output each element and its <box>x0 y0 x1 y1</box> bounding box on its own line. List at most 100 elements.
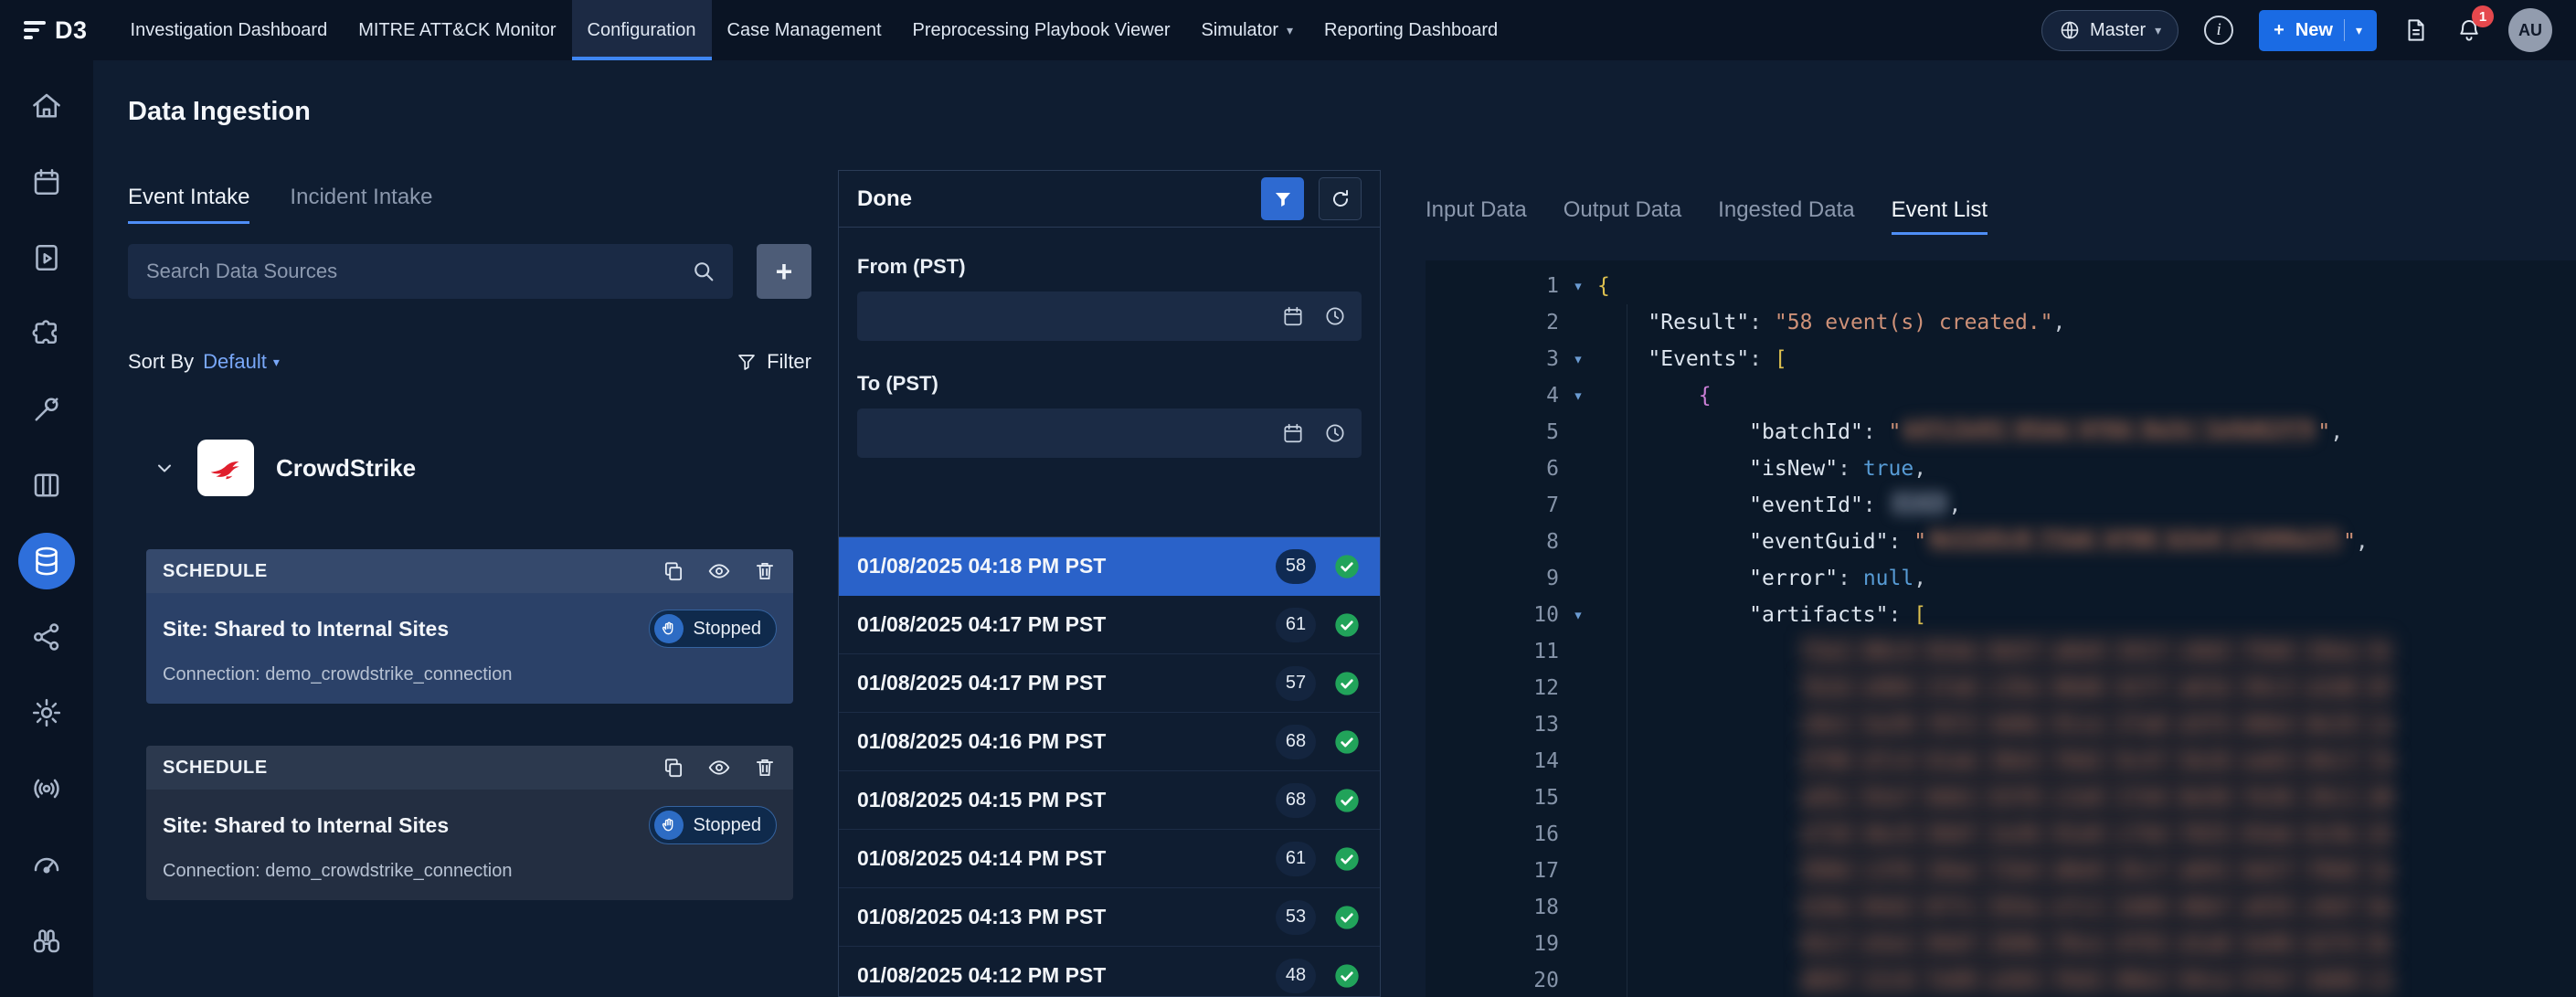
new-button[interactable]: + New ▾ <box>2259 10 2377 51</box>
run-row[interactable]: 01/08/2025 04:17 PM PST 57 <box>839 654 1380 713</box>
sidebar-item-playbooks[interactable] <box>0 219 93 295</box>
code-line: 9 "error": null, <box>1426 560 2576 597</box>
nav-item[interactable]: MITRE ATT&CK Monitor ▾ <box>343 0 571 60</box>
detail-tab[interactable]: Ingested Data <box>1718 197 1854 235</box>
master-branch-dropdown[interactable]: Master ▾ <box>2041 10 2178 51</box>
sidebar-item-calendar[interactable] <box>0 143 93 219</box>
run-row[interactable]: 01/08/2025 04:17 PM PST 61 <box>839 596 1380 654</box>
redacted-blur: b16e 84d2 07fc 593a e7c1 2d60 48bf a935 … <box>1800 889 2394 926</box>
runs-filter-button[interactable] <box>1261 177 1304 220</box>
trash-icon[interactable] <box>753 756 777 780</box>
sidebar-item-home[interactable] <box>0 68 93 143</box>
filter-button[interactable]: Filter <box>736 350 811 374</box>
calendar-icon[interactable] <box>1281 304 1305 328</box>
eye-icon[interactable] <box>707 559 731 583</box>
notifications-button[interactable]: 1 <box>2455 16 2483 44</box>
sidebar-item-live-feeds[interactable] <box>0 750 93 826</box>
nav-item[interactable]: Configuration ▾ <box>572 0 712 60</box>
line-number: 2 <box>1426 304 1559 341</box>
code-token <box>1597 311 1648 334</box>
line-number: 16 <box>1426 816 1559 853</box>
sort-dropdown[interactable]: Default ▾ <box>203 350 280 374</box>
fold-chevron-icon[interactable]: ▾ <box>1559 597 1597 633</box>
search-box[interactable] <box>128 244 733 299</box>
run-row[interactable]: 01/08/2025 04:12 PM PST 48 <box>839 947 1380 996</box>
fold-chevron-icon[interactable]: ▾ <box>1559 268 1597 304</box>
chevron-down-icon[interactable] <box>154 457 175 479</box>
intake-tab[interactable]: Event Intake <box>128 185 249 224</box>
crowdstrike-logo <box>197 440 254 496</box>
clock-icon[interactable] <box>1323 304 1347 328</box>
chevron-down-icon: ▾ <box>2356 23 2362 38</box>
clock-icon[interactable] <box>1323 421 1347 445</box>
code-token: : <box>1749 347 1775 371</box>
code-line: 7 "eventId": 31428, <box>1426 487 2576 524</box>
to-date-input[interactable] <box>857 408 1362 458</box>
d3-logo[interactable]: D3 <box>24 16 88 45</box>
nav-item[interactable]: Preprocessing Playbook Viewer ▾ <box>897 0 1186 60</box>
refresh-button[interactable] <box>1319 177 1362 220</box>
run-list: 01/08/2025 04:18 PM PST 58 01/08/2025 04… <box>839 537 1380 996</box>
sidebar-item-explore[interactable] <box>0 902 93 978</box>
run-row[interactable]: 01/08/2025 04:18 PM PST 58 <box>839 537 1380 596</box>
code-text: "artifacts": [ <box>1597 597 1926 633</box>
sidebar-item-boards[interactable] <box>0 447 93 523</box>
detail-tab[interactable]: Input Data <box>1426 197 1527 235</box>
avatar[interactable]: AU <box>2508 8 2552 52</box>
schedule-card-header: SCHEDULE <box>146 549 793 593</box>
add-data-source-button[interactable]: + <box>757 244 811 299</box>
run-row[interactable]: 01/08/2025 04:16 PM PST 68 <box>839 713 1380 771</box>
from-label: From (PST) <box>857 255 1362 279</box>
code-token: true <box>1863 457 1913 481</box>
detail-tab[interactable]: Output Data <box>1564 197 1681 235</box>
eye-icon[interactable] <box>707 756 731 780</box>
nav-item[interactable]: Reporting Dashboard ▾ <box>1309 0 1513 60</box>
sidebar-item-integrations[interactable] <box>0 295 93 371</box>
schedule-card[interactable]: SCHEDULE Site: Shared to Internal Sites … <box>146 746 793 900</box>
redacted-blur: 7b2d e904 1fa6 c35e 88d0 42f7 a61b 59c3 … <box>1800 670 2394 706</box>
code-line: 14 2f90 d7c4 61ab 38e5 f0d2 9c47 5b18 ea… <box>1426 743 2576 780</box>
calendar-icon <box>30 165 63 198</box>
tools-icon <box>30 393 63 426</box>
info-button[interactable]: i <box>2204 16 2233 45</box>
schedule-card[interactable]: SCHEDULE Site: Shared to Internal Sites … <box>146 549 793 704</box>
redacted-blur: e710 4bc9 58df 2a36 91e0 c74d f825 03ab … <box>1800 816 2394 853</box>
sort-by-label: Sort By <box>128 350 194 374</box>
redacted-blur: 9e12d5c8 73ab 4f06 b2e4 c7d98a1f3065 41b… <box>1928 526 2341 554</box>
sidebar-item-connections[interactable] <box>0 599 93 674</box>
copy-icon[interactable] <box>662 756 685 780</box>
data-source-header[interactable]: CrowdStrike <box>128 440 811 496</box>
nav-item[interactable]: Case Management ▾ <box>712 0 897 60</box>
search-input[interactable] <box>144 259 691 284</box>
sidebar-item-monitoring[interactable] <box>0 826 93 902</box>
sidebar-item-settings[interactable] <box>0 674 93 750</box>
document-icon[interactable] <box>2402 16 2430 44</box>
sidebar-item-utilities[interactable] <box>0 371 93 447</box>
run-row[interactable]: 01/08/2025 04:13 PM PST 53 <box>839 888 1380 947</box>
detail-tab[interactable]: Event List <box>1892 197 1988 235</box>
funnel-icon <box>736 351 758 373</box>
from-date-input[interactable] <box>857 292 1362 341</box>
fold-chevron-icon <box>1559 304 1597 341</box>
fold-chevron-icon <box>1559 962 1597 997</box>
nav-item[interactable]: Investigation Dashboard ▾ <box>115 0 344 60</box>
fold-chevron-icon[interactable]: ▾ <box>1559 341 1597 377</box>
fold-chevron-icon[interactable]: ▾ <box>1559 377 1597 414</box>
status-text: Stopped <box>693 619 761 640</box>
run-row[interactable]: 01/08/2025 04:14 PM PST 61 <box>839 830 1380 888</box>
redacted-blur: f3a1 08c4 92de 6b57 a0e9 341f c8d2 75b6 … <box>1800 633 2394 670</box>
intake-tab[interactable]: Incident Intake <box>290 185 432 224</box>
sidebar-item-data-ingestion[interactable] <box>0 523 93 599</box>
fold-chevron-icon <box>1559 889 1597 926</box>
code-line: 8 "eventGuid": "9e12d5c8 73ab 4f06 b2e4 … <box>1426 524 2576 560</box>
code-line: 6 "isNew": true, <box>1426 451 2576 487</box>
run-timestamp: 01/08/2025 04:13 PM PST <box>857 905 1259 929</box>
nav-item[interactable]: Simulator ▾ <box>1186 0 1309 60</box>
run-row[interactable]: 01/08/2025 04:15 PM PST 68 <box>839 771 1380 830</box>
new-button-label: New <box>2295 20 2333 41</box>
calendar-icon[interactable] <box>1281 421 1305 445</box>
code-text: "batchId": "b47c2e91 05da 4f6b 8a3c 1e9d… <box>1597 414 2343 451</box>
copy-icon[interactable] <box>662 559 685 583</box>
trash-icon[interactable] <box>753 559 777 583</box>
schedule-actions <box>662 756 777 780</box>
